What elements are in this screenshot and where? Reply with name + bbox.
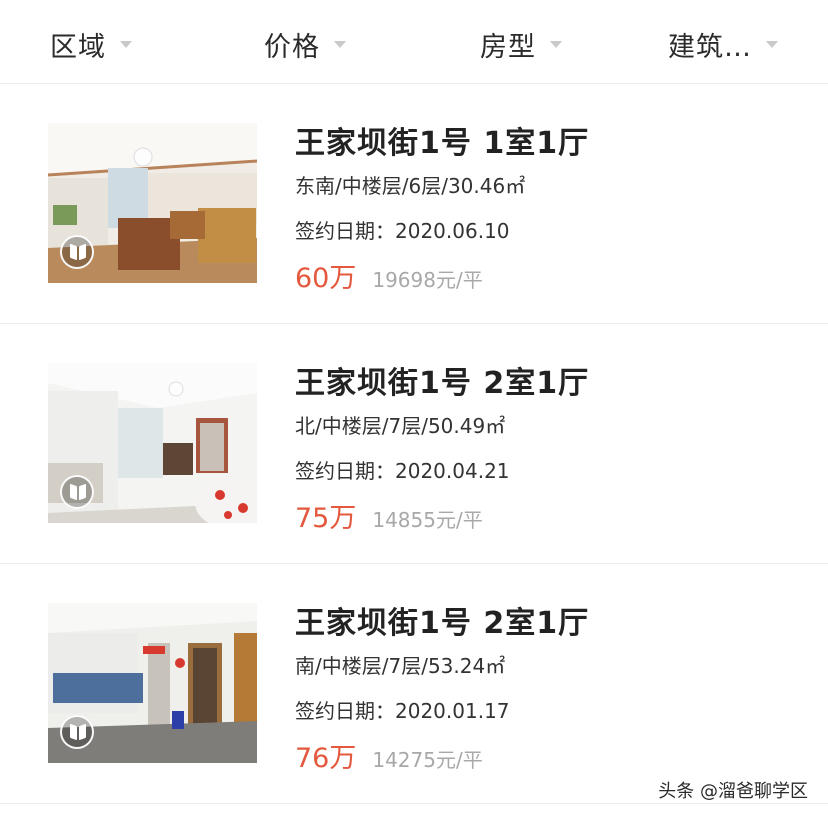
filter-district-label: 区域 — [50, 31, 106, 63]
listing-meta: 北/中楼层/7层/50.49㎡ — [295, 414, 506, 438]
watermark: 头条 @溜爸聊学区 — [658, 781, 808, 802]
price-row: 60万 19698元/平 — [295, 256, 483, 295]
unit-price: 14275元/平 — [372, 748, 483, 772]
sign-date-label: 签约日期： — [295, 459, 395, 483]
sign-date: 签约日期：2020.06.10 — [295, 215, 510, 244]
filter-bar: 区域 价格 房型 建筑… — [0, 0, 828, 84]
sign-date-value: 2020.06.10 — [395, 219, 510, 243]
vr-tour-icon — [60, 715, 94, 749]
vr-tour-icon — [60, 235, 94, 269]
listing-meta: 南/中楼层/7层/53.24㎡ — [295, 654, 506, 678]
sign-date-value: 2020.04.21 — [395, 459, 510, 483]
chevron-down-icon — [120, 40, 132, 48]
filter-building[interactable]: 建筑… — [668, 24, 778, 64]
listing-item[interactable]: 王家坝街1号 1室1厅 东南/中楼层/6层/30.46㎡ 签约日期：2020.0… — [0, 84, 828, 324]
unit-price: 19698元/平 — [372, 268, 483, 292]
listing-title: 王家坝街1号 2室1厅 — [295, 606, 590, 641]
listing-photo — [48, 363, 257, 523]
sign-date: 签约日期：2020.04.21 — [295, 455, 510, 484]
chevron-down-icon — [550, 40, 562, 48]
listing-photo — [48, 123, 257, 283]
listing-photo — [48, 603, 257, 763]
sign-date-label: 签约日期： — [295, 699, 395, 723]
total-price: 76万 — [295, 743, 357, 774]
price-row: 75万 14855元/平 — [295, 496, 483, 535]
listing-item[interactable]: 王家坝街1号 2室1厅 北/中楼层/7层/50.49㎡ 签约日期：2020.04… — [0, 324, 828, 564]
sign-date: 签约日期：2020.01.17 — [295, 695, 510, 724]
sign-date-value: 2020.01.17 — [395, 699, 510, 723]
chevron-down-icon — [766, 40, 778, 48]
chevron-down-icon — [334, 40, 346, 48]
price-row: 76万 14275元/平 — [295, 736, 483, 775]
filter-district[interactable]: 区域 — [50, 24, 132, 64]
listing-title: 王家坝街1号 1室1厅 — [295, 126, 590, 161]
filter-price[interactable]: 价格 — [264, 24, 346, 64]
total-price: 60万 — [295, 263, 357, 294]
filter-layout-label: 房型 — [480, 31, 536, 63]
vr-tour-icon — [60, 475, 94, 509]
filter-building-label: 建筑… — [668, 31, 752, 63]
unit-price: 14855元/平 — [372, 508, 483, 532]
total-price: 75万 — [295, 503, 357, 534]
filter-layout[interactable]: 房型 — [480, 24, 562, 64]
listing-item[interactable]: 王家坝街1号 2室1厅 南/中楼层/7层/53.24㎡ 签约日期：2020.01… — [0, 564, 828, 804]
listing-meta: 东南/中楼层/6层/30.46㎡ — [295, 174, 526, 198]
listing-title: 王家坝街1号 2室1厅 — [295, 366, 590, 401]
sign-date-label: 签约日期： — [295, 219, 395, 243]
filter-price-label: 价格 — [264, 31, 320, 63]
